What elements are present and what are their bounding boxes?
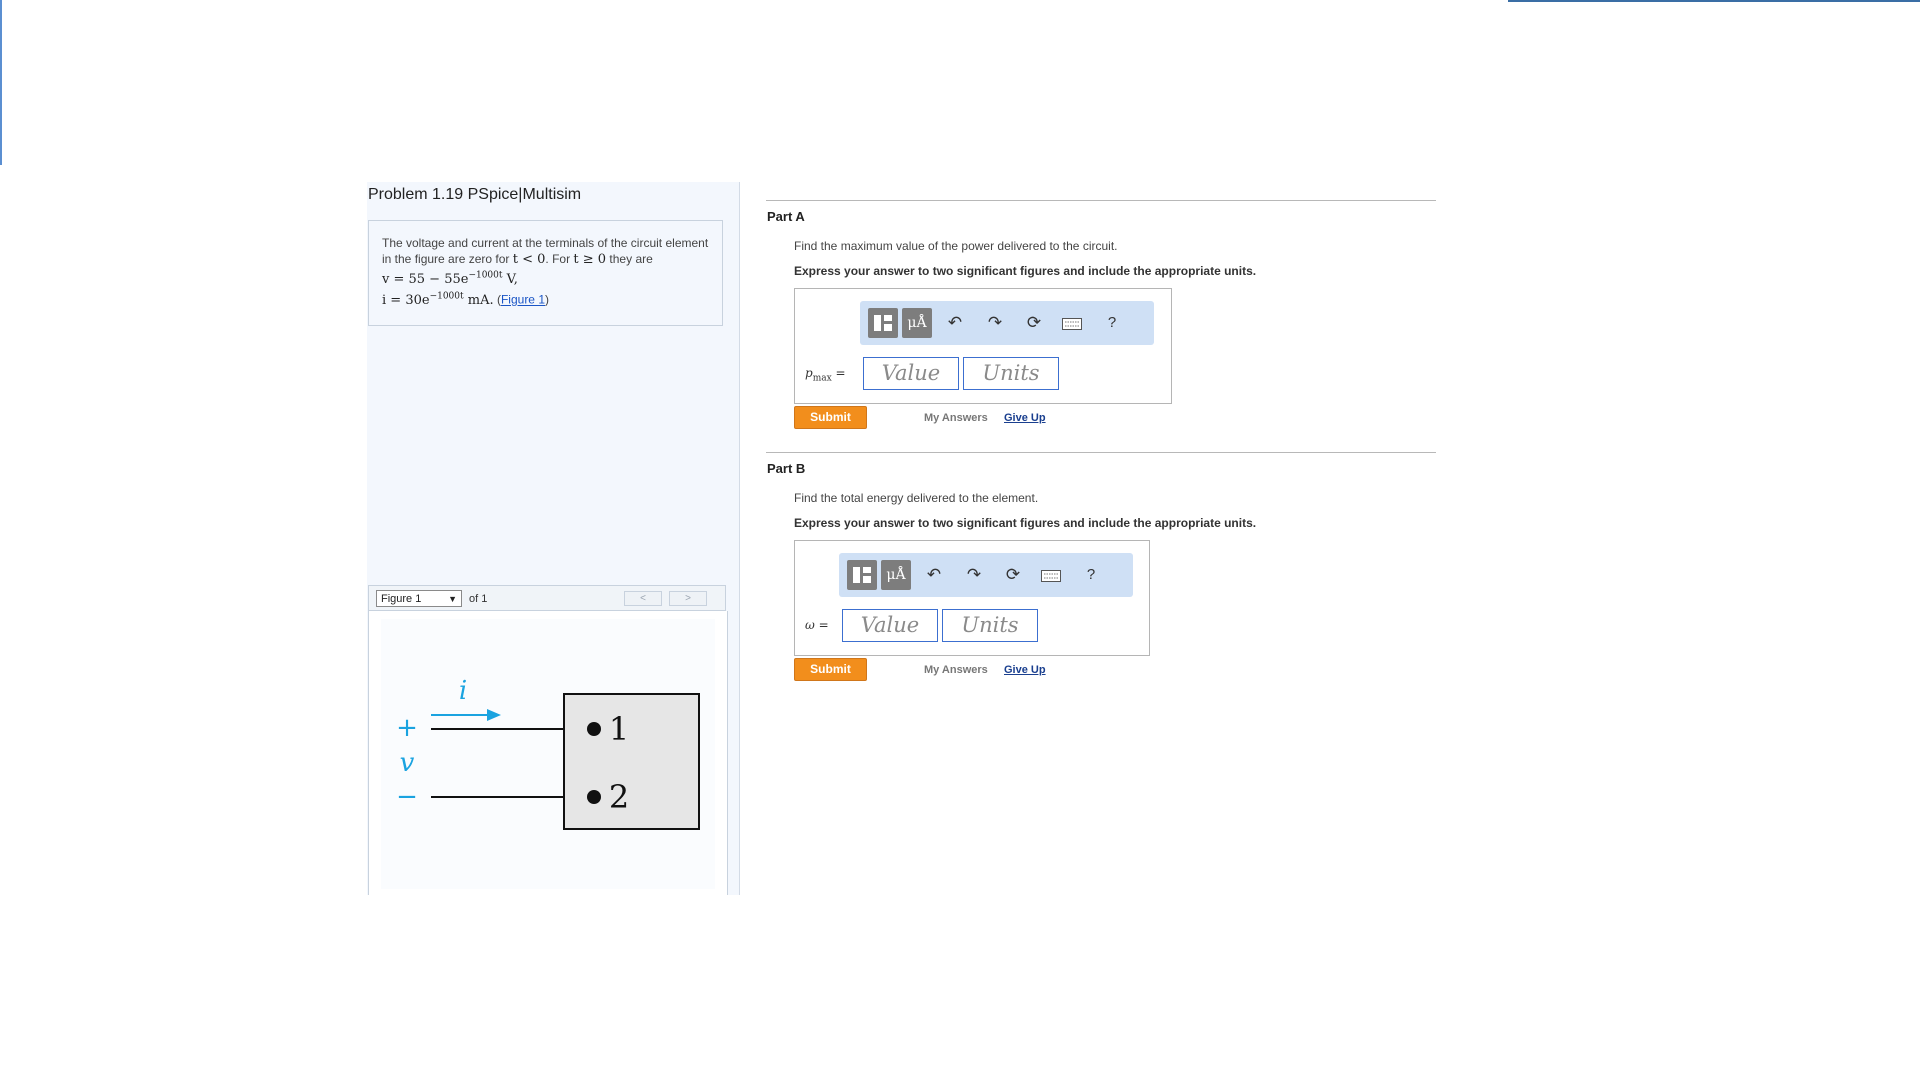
- reset-icon[interactable]: ⟳: [1022, 311, 1046, 335]
- minus-sign: −: [396, 782, 418, 812]
- top-accent-line: [1508, 0, 1920, 2]
- figure-count: of 1: [469, 593, 488, 605]
- math-t-ge-zero: t ≥ 0: [573, 252, 607, 267]
- current-equation: i = 30e−1000t mA.: [382, 291, 494, 308]
- part-b-units-input[interactable]: Units: [942, 609, 1038, 642]
- part-a-submit-button[interactable]: Submit: [794, 406, 867, 429]
- part-b-answer-box: μÅ ↶ ↷ ⟳ ? ω = Value Units: [794, 540, 1150, 656]
- part-a-value-input[interactable]: Value: [863, 357, 959, 390]
- terminal-1-dot: [587, 722, 601, 736]
- terminal-2-label: 2: [609, 778, 629, 816]
- part-b-title: Part B: [767, 461, 806, 476]
- part-a-units-input[interactable]: Units: [963, 357, 1059, 390]
- figure-link[interactable]: Figure 1: [501, 293, 545, 307]
- dropdown-arrow-icon: ▼: [448, 594, 457, 604]
- prev-figure-button[interactable]: <: [624, 591, 662, 606]
- part-b-divider: [766, 452, 1436, 453]
- keyboard-icon[interactable]: [1039, 563, 1063, 587]
- part-b-submit-button[interactable]: Submit: [794, 658, 867, 681]
- circuit-diagram: i + v − 1 2: [381, 619, 715, 889]
- figure-area: i + v − 1 2: [368, 611, 728, 895]
- figure-toolbar: Figure 1 ▼ of 1 < >: [368, 585, 726, 611]
- circuit-element-box: [563, 693, 700, 830]
- part-b-math-toolbar: μÅ ↶ ↷ ⟳ ?: [839, 553, 1133, 597]
- undo-icon[interactable]: ↶: [922, 563, 946, 587]
- voltage-equation: v = 55 − 55e−1000t V,: [382, 271, 518, 288]
- part-b-value-input[interactable]: Value: [842, 609, 938, 642]
- redo-icon[interactable]: ↷: [983, 311, 1007, 335]
- part-b-give-up-link[interactable]: Give Up: [1004, 664, 1046, 676]
- problem-title: Problem 1.19 PSpice|Multisim: [368, 186, 582, 203]
- help-icon[interactable]: ?: [1079, 563, 1103, 587]
- reset-icon[interactable]: ⟳: [1001, 563, 1025, 587]
- figure-select[interactable]: Figure 1 ▼: [376, 590, 462, 607]
- redo-icon[interactable]: ↷: [962, 563, 986, 587]
- math-t-lt-zero: t < 0: [512, 252, 546, 267]
- part-a-title: Part A: [767, 209, 805, 224]
- problem-text-2: . For: [545, 252, 571, 266]
- part-b-instruction: Express your answer to two significant f…: [794, 516, 1257, 530]
- templates-icon[interactable]: [847, 560, 877, 590]
- keyboard-icon[interactable]: [1060, 311, 1084, 335]
- terminal-1-label: 1: [609, 710, 629, 748]
- plus-sign: +: [396, 713, 418, 743]
- voltage-label: v: [400, 748, 415, 778]
- part-a-variable: pmax =: [805, 366, 846, 384]
- part-b-variable: ω =: [805, 618, 829, 632]
- problem-statement: The voltage and current at the terminals…: [368, 220, 723, 326]
- templates-icon[interactable]: [868, 308, 898, 338]
- current-label: i: [459, 676, 467, 706]
- part-a-my-answers: My Answers: [924, 412, 988, 424]
- part-a-math-toolbar: μÅ ↶ ↷ ⟳ ?: [860, 301, 1154, 345]
- part-a-give-up-link[interactable]: Give Up: [1004, 412, 1046, 424]
- terminal-2-dot: [587, 790, 601, 804]
- left-accent-edge: [0, 0, 2, 165]
- units-icon[interactable]: μÅ: [881, 560, 911, 590]
- units-icon[interactable]: μÅ: [902, 308, 932, 338]
- help-icon[interactable]: ?: [1100, 311, 1124, 335]
- part-a-answer-box: μÅ ↶ ↷ ⟳ ? pmax = Value Units: [794, 288, 1172, 404]
- part-b-question: Find the total energy delivered to the e…: [794, 491, 1039, 505]
- next-figure-button[interactable]: >: [669, 591, 707, 606]
- problem-text-3: they are: [609, 252, 653, 266]
- part-a-instruction: Express your answer to two significant f…: [794, 264, 1257, 278]
- undo-icon[interactable]: ↶: [943, 311, 967, 335]
- part-a-question: Find the maximum value of the power deli…: [794, 239, 1118, 253]
- part-a-divider: [766, 200, 1436, 201]
- part-b-my-answers: My Answers: [924, 664, 988, 676]
